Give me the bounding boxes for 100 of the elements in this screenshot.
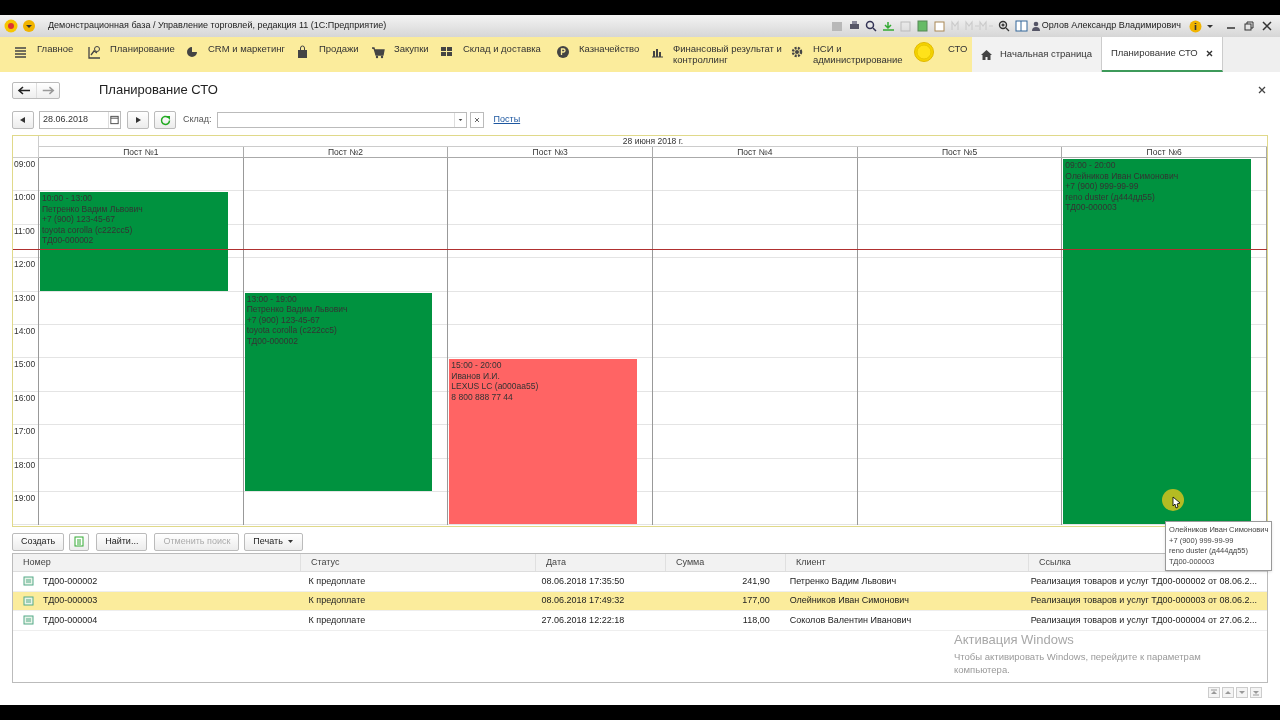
restore-icon[interactable] <box>1244 21 1254 31</box>
table-cell: Соколов Валентин Иванович <box>789 613 912 627</box>
refresh-icon <box>159 114 171 126</box>
calendar-corner <box>13 136 39 158</box>
zoom-icon[interactable] <box>997 20 1011 32</box>
pie-chart-icon <box>185 45 199 59</box>
column-header: Пост №5 <box>857 147 1063 158</box>
left-triangle-icon <box>20 117 26 123</box>
section-item[interactable]: Закупки <box>371 43 440 59</box>
section-item[interactable]: Главное <box>14 43 87 59</box>
activation-text: Чтобы активировать Windows, перейдите к параметрам компьютера. <box>954 649 1202 676</box>
section-item[interactable]: Продажи <box>296 43 371 59</box>
spreadsheet-icon <box>74 536 85 547</box>
section-item[interactable]: НСИ и администрирование <box>790 43 913 65</box>
caret-icon[interactable] <box>1206 22 1214 30</box>
appointment-time: 10:00 - 13:00 <box>42 193 94 204</box>
column-header[interactable]: Номер <box>13 554 301 571</box>
home-icon <box>981 49 992 60</box>
appointment-text: reno duster (д444дд55) <box>1065 191 1156 202</box>
hour-label: 18:00 <box>13 458 37 471</box>
table-cell: Петренко Вадим Львович <box>789 574 897 588</box>
form-title: Планирование СТО <box>99 81 218 100</box>
scroll-bottom-icon[interactable] <box>1250 687 1262 698</box>
info-icon[interactable] <box>1189 19 1202 33</box>
date-field[interactable]: 28.06.2018 <box>39 111 121 129</box>
table-row[interactable]: ТД00-000003 К предоплате 08.06.2018 17:49:32 177,00 Олейников Иван Симонович Реализация товаров и услуг ТД00-000003 от 08.06.2... <box>13 591 1267 611</box>
appointment-time: 13:00 - 19:00 <box>246 293 298 305</box>
tab[interactable]: Планирование СТО <box>1101 37 1223 72</box>
cart-icon <box>371 45 385 59</box>
appointment-text: Петренко Вадим Львович <box>42 203 144 215</box>
column-header[interactable]: Сумма <box>666 554 786 571</box>
toolbar-button[interactable]: Найти... <box>96 532 148 551</box>
scroll-up-icon[interactable] <box>1222 687 1234 698</box>
hour-label: 10:00 <box>13 191 37 204</box>
hour-label: 16:00 <box>13 391 37 404</box>
table-cell: 08.06.2018 17:35:50 <box>541 574 625 588</box>
dropdown-icon[interactable] <box>22 19 36 33</box>
scroll-top-icon[interactable] <box>1208 687 1220 698</box>
table-cell: Реализация товаров и услуг ТД00-000002 от 08.06.2... <box>1030 574 1257 588</box>
refresh-button[interactable] <box>154 111 176 129</box>
appointment-text: ТД00-000002 <box>246 335 299 347</box>
column-header[interactable]: Клиент <box>786 554 1029 571</box>
appointment-text: +7 (900) 123-45-67 <box>42 214 116 225</box>
warehouse-field[interactable] <box>216 112 467 128</box>
column-header: Пост №6 <box>1062 147 1268 158</box>
appointment-time: 15:00 - 20:00 <box>451 360 503 371</box>
appointment-text: Петренко Вадим Львович <box>246 304 349 315</box>
posts-link[interactable]: Посты <box>493 113 521 127</box>
section-item[interactable]: Казначейство <box>556 43 650 59</box>
app-logo-icon <box>4 19 18 33</box>
hour-label: 11:00 <box>13 224 36 237</box>
calendar-icon[interactable] <box>108 112 120 128</box>
search-icon[interactable] <box>864 20 878 32</box>
clear-button[interactable] <box>469 112 484 128</box>
column-header[interactable]: Дата <box>536 554 666 571</box>
close-icon[interactable] <box>1262 21 1272 31</box>
next-day-button[interactable] <box>127 111 149 129</box>
print-icon[interactable] <box>847 20 861 32</box>
right-triangle-icon <box>135 117 141 123</box>
column-header: Пост №2 <box>243 147 449 158</box>
activation-title: Активация Windows <box>954 631 1075 649</box>
column-header[interactable]: Статус <box>301 554 536 571</box>
section-item[interactable]: CRM и маркетинг <box>185 43 296 59</box>
user-button[interactable]: Орлов Александр Владимирович <box>1031 19 1181 33</box>
section-item[interactable]: Планирование <box>87 43 185 59</box>
pointer-cursor-icon <box>1162 489 1186 513</box>
close-icon[interactable] <box>1258 86 1266 94</box>
close-icon[interactable] <box>1205 50 1213 57</box>
table-cell: 27.06.2018 12:22:18 <box>541 613 625 627</box>
toolbar-button[interactable]: Печать <box>244 532 303 551</box>
hour-label: 14:00 <box>13 324 37 337</box>
table-cell-text: Реализация товаров и услуг ТД00-000003 от 08.06.2... <box>1030 594 1257 607</box>
table-cell: К предоплате <box>308 574 366 588</box>
column-header: Пост №1 <box>39 147 244 158</box>
scroll-down-icon[interactable] <box>1236 687 1248 698</box>
section-item[interactable]: Склад и доставка <box>440 43 556 59</box>
section-item[interactable]: Финансовый результат и контроллинг <box>650 43 790 65</box>
window-title: Демонстрационная база / Управление торговлей, редакция 11 (1С:Предприятие) <box>48 19 387 33</box>
close-icon <box>473 117 480 123</box>
previous-day-button[interactable] <box>12 111 34 129</box>
column-header: Пост №4 <box>653 147 858 158</box>
section-item[interactable]: СТО <box>913 43 972 63</box>
table-cell: ТД00-000002 <box>43 574 98 588</box>
appointment-text: Иванов И.И. <box>451 370 501 382</box>
hour-label: 09:00 <box>13 158 37 170</box>
person-icon <box>1031 21 1040 31</box>
caret-icon <box>286 539 294 544</box>
table-cell: Реализация товаров и услуг ТД00-000004 от 27.06.2... <box>1030 613 1257 627</box>
appointment-text: toyota corolla (с222сс5) <box>42 224 134 236</box>
table-cell: 241,90 <box>742 574 770 588</box>
table-cell-text: К предоплате <box>308 594 366 607</box>
menu-icon <box>14 45 28 59</box>
appointment-block[interactable]: 15:00 - 20:00 Иванов И.И. LEXUS LC (а000аа55) 8 800 888 77 44 <box>449 359 637 525</box>
hour-label: 13:00 <box>13 291 37 304</box>
sun-icon <box>913 41 935 63</box>
hour-label: 17:00 <box>13 425 37 438</box>
toolbar-button[interactable]: Создать <box>12 532 65 551</box>
hour-label: 12:00 <box>13 258 37 271</box>
bag-icon <box>296 45 310 59</box>
appointment-text: Олейников Иван Симонович <box>1065 170 1180 181</box>
